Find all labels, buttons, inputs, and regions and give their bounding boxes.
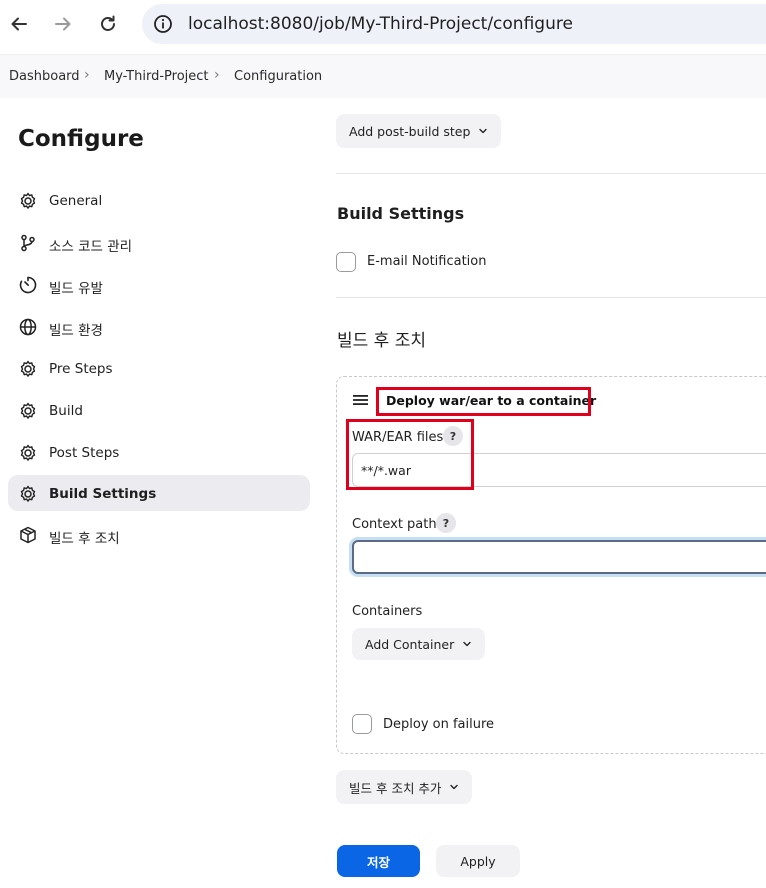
gear-icon: [20, 192, 36, 209]
browser-toolbar: localhost:8080/job/My-Third-Project/conf…: [0, 0, 766, 50]
breadcrumb-dashboard[interactable]: Dashboard: [9, 69, 80, 84]
breadcrumb-project[interactable]: My-Third-Project: [104, 69, 209, 84]
url-text[interactable]: localhost:8080/job/My-Third-Project/conf…: [188, 14, 573, 34]
deploy-on-failure-label[interactable]: Deploy on failure: [383, 717, 494, 732]
sidebar-item-scm[interactable]: 소스 코드 관리: [8, 225, 310, 261]
chevron-down-icon: [463, 641, 471, 647]
sidebar-item-label: Build Settings: [49, 486, 157, 502]
chevron-right-icon: ›: [84, 67, 90, 83]
help-icon[interactable]: ?: [436, 513, 456, 533]
clock-icon: [19, 276, 37, 294]
sidebar-item-build[interactable]: Build: [8, 393, 310, 429]
sidebar-item-label: 빌드 환경: [49, 323, 103, 339]
drag-handle-icon[interactable]: [353, 393, 368, 407]
sidebar-item-label: 소스 코드 관리: [49, 239, 133, 255]
chevron-right-icon: ›: [214, 67, 220, 83]
context-path-label: Context path: [352, 517, 437, 532]
branch-icon: [21, 234, 35, 252]
arrow-left-icon: [11, 17, 27, 31]
forward-button[interactable]: [48, 9, 78, 39]
button-label: Add post-build step: [349, 123, 471, 139]
package-icon: [20, 526, 36, 544]
sidebar-item-label: Pre Steps: [49, 361, 113, 377]
sidebar-item-build-environment[interactable]: 빌드 환경: [8, 309, 310, 345]
sidebar-item-build-triggers[interactable]: 빌드 유발: [8, 267, 310, 303]
sidebar-item-post-build-actions[interactable]: 빌드 후 조치: [8, 517, 310, 553]
globe-icon: [19, 318, 37, 336]
context-path-input[interactable]: [352, 540, 766, 574]
sidebar-item-label: Post Steps: [49, 445, 120, 461]
sidebar-item-label: 빌드 후 조치: [49, 531, 120, 547]
gear-icon: [20, 485, 36, 502]
deploy-on-failure-checkbox[interactable]: [352, 714, 372, 734]
sidebar-item-label: General: [49, 193, 103, 209]
button-label: 빌드 후 조치 추가: [349, 780, 442, 796]
reload-icon: [101, 15, 115, 31]
reload-button[interactable]: [93, 9, 123, 39]
sidebar-item-label: 빌드 유발: [49, 281, 103, 297]
sidebar-item-build-settings[interactable]: Build Settings: [8, 475, 310, 511]
sidebar-item-general[interactable]: General: [8, 183, 310, 219]
highlight-box: [346, 419, 474, 490]
divider: [336, 173, 766, 174]
post-build-title: 빌드 후 조치: [337, 331, 427, 351]
email-notification-label[interactable]: E-mail Notification: [367, 254, 486, 269]
sidebar-item-label: Build: [49, 403, 83, 419]
info-icon[interactable]: [153, 14, 173, 34]
page-title: Configure: [18, 126, 144, 152]
gear-icon: [20, 402, 36, 419]
sidebar-item-pre-steps[interactable]: Pre Steps: [8, 351, 310, 387]
breadcrumb-configuration[interactable]: Configuration: [234, 69, 322, 84]
highlight-box: [376, 387, 591, 416]
build-settings-title: Build Settings: [337, 204, 465, 223]
back-button[interactable]: [4, 9, 34, 39]
add-container-button[interactable]: Add Container: [352, 628, 486, 660]
divider: [336, 297, 766, 298]
add-post-build-step-button[interactable]: Add post-build step: [336, 114, 502, 148]
gear-icon: [20, 444, 36, 461]
arrow-right-icon: [55, 17, 71, 31]
email-notification-checkbox[interactable]: [336, 252, 356, 272]
chevron-down-icon: [450, 784, 459, 790]
containers-label: Containers: [352, 604, 423, 619]
sidebar-item-post-steps[interactable]: Post Steps: [8, 435, 310, 471]
breadcrumb: Dashboard › My-Third-Project › Configura…: [0, 54, 766, 98]
gear-icon: [20, 360, 36, 377]
save-button[interactable]: 저장: [337, 845, 420, 877]
apply-button[interactable]: Apply: [436, 845, 520, 877]
chevron-down-icon: [479, 128, 488, 134]
add-post-build-action-button[interactable]: 빌드 후 조치 추가: [336, 770, 473, 804]
button-label: Add Container: [365, 636, 455, 652]
